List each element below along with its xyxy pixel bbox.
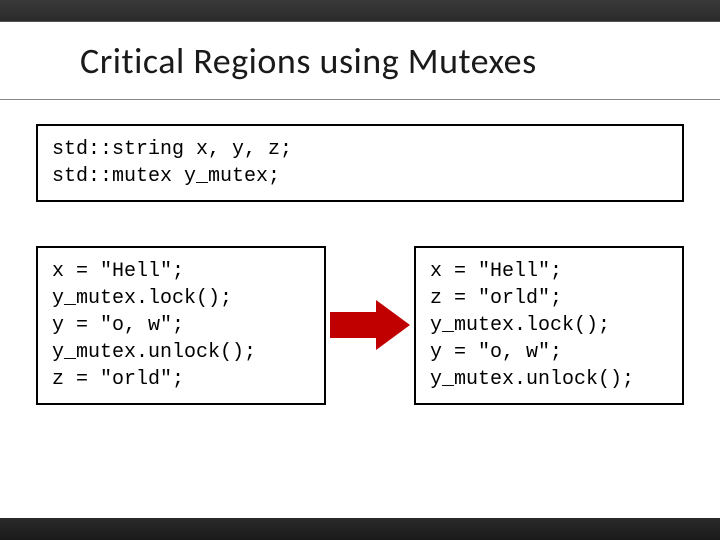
code-line: std::mutex y_mutex;: [52, 163, 668, 190]
code-line: y_mutex.lock();: [430, 312, 668, 339]
code-line: y_mutex.lock();: [52, 285, 310, 312]
code-box-declarations: std::string x, y, z; std::mutex y_mutex;: [36, 124, 684, 202]
code-box-before: x = "Hell"; y_mutex.lock(); y = "o, w"; …: [36, 246, 326, 405]
slide-title: Critical Regions using Mutexes: [80, 39, 537, 83]
code-line: y_mutex.unlock();: [430, 366, 668, 393]
code-line: z = "orld";: [52, 366, 310, 393]
code-box-after: x = "Hell"; z = "orld"; y_mutex.lock(); …: [414, 246, 684, 405]
code-line: std::string x, y, z;: [52, 136, 668, 163]
code-line: y_mutex.unlock();: [52, 339, 310, 366]
code-line: x = "Hell";: [430, 258, 668, 285]
slide-content: std::string x, y, z; std::mutex y_mutex;…: [0, 100, 720, 518]
code-line: z = "orld";: [430, 285, 668, 312]
bottom-chrome-bar: [0, 518, 720, 540]
top-chrome-bar: [0, 0, 720, 22]
code-line: x = "Hell";: [52, 258, 310, 285]
code-line: y = "o, w";: [430, 339, 668, 366]
arrow-right-icon: [330, 300, 410, 350]
code-line: y = "o, w";: [52, 312, 310, 339]
title-bar: Critical Regions using Mutexes: [0, 22, 720, 100]
